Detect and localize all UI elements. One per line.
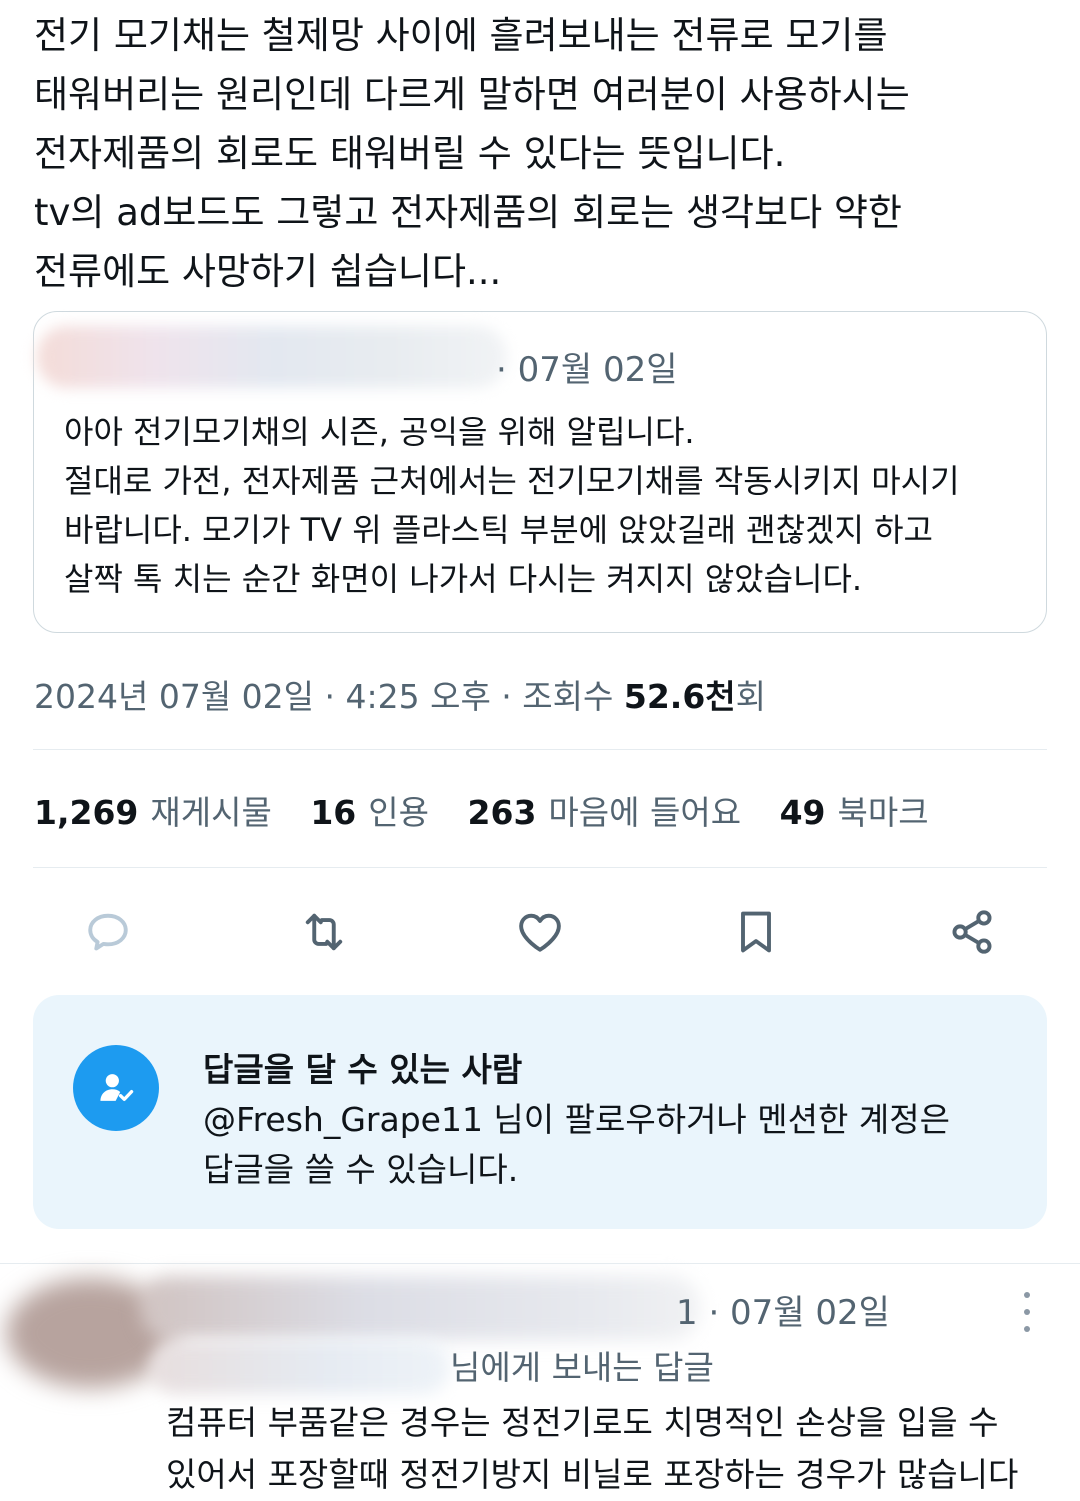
reply-permissions-description: @Fresh_Grape11 님이 팔로우하거나 멘션한 계정은 답글을 쓸 수… bbox=[203, 1095, 1023, 1195]
quoted-tweet-date: · 07월 02일 bbox=[496, 350, 678, 390]
quoted-tweet-line: 바랍니다. 모기가 TV 위 플라스틱 부분에 앉았길래 괜찮겠지 하고 bbox=[64, 511, 933, 549]
quotes-label: 인용 bbox=[368, 793, 430, 832]
tweet-text-line: 전자제품의 회로도 태워버릴 수 있다는 뜻입니다. bbox=[34, 132, 786, 175]
quoted-author-redacted bbox=[37, 326, 507, 388]
bookmarks-stat[interactable]: 49 북마크 bbox=[780, 793, 929, 832]
quoted-tweet-line: 아아 전기모기채의 시즌, 공익을 위해 알립니다. bbox=[64, 413, 695, 451]
tweet-text: 전기 모기채는 철제망 사이에 흘려보내는 전류로 모기를 태워버리는 원리인데… bbox=[34, 6, 1044, 301]
replying-to-handle-redacted bbox=[150, 1340, 450, 1394]
repost-button[interactable] bbox=[294, 902, 354, 962]
reply-text-line: 컴퓨터 부품같은 경우는 정전기로도 치명적인 손상을 입을 수 bbox=[166, 1403, 999, 1442]
quoted-tweet-line: 절대로 가전, 전자제품 근처에서는 전기모기채를 작동시키지 마시기 bbox=[64, 462, 960, 500]
quoted-tweet[interactable]: · 07월 02일 아아 전기모기채의 시즌, 공익을 위해 알립니다. 절대로… bbox=[33, 311, 1047, 633]
divider bbox=[33, 867, 1047, 868]
bookmark-button[interactable] bbox=[726, 902, 786, 962]
quoted-tweet-line: 살짝 톡 치는 순간 화면이 나가서 다시는 켜지지 않았습니다. bbox=[64, 560, 863, 598]
tweet-text-line: 전기 모기채는 철제망 사이에 흘려보내는 전류로 모기를 bbox=[34, 14, 888, 57]
likes-label: 마음에 들어요 bbox=[548, 793, 742, 832]
reply-permissions-line: 답글을 쓸 수 있습니다. bbox=[203, 1150, 519, 1189]
reply-permissions-line: @Fresh_Grape11 님이 팔로우하거나 멘션한 계정은 bbox=[203, 1100, 950, 1139]
reply-permissions-title: 답글을 달 수 있는 사람 bbox=[203, 1050, 523, 1089]
reply-button[interactable] bbox=[78, 902, 138, 962]
divider bbox=[33, 749, 1047, 750]
bookmark-icon bbox=[741, 911, 771, 953]
tweet-datetime: 2024년 07월 02일 · 4:25 오후 · 조회수 bbox=[34, 677, 624, 716]
reply-text: 컴퓨터 부품같은 경우는 정전기로도 치명적인 손상을 입을 수 있어서 포장할… bbox=[166, 1397, 1066, 1501]
tweet-text-line: tv의 ad보드도 그렇고 전자제품의 회로는 생각보다 약한 bbox=[34, 191, 902, 234]
reply-text-line: 있어서 포장할때 정전기방지 비닐로 포장하는 경우가 많습니다 bbox=[166, 1455, 1019, 1494]
divider bbox=[0, 1263, 1080, 1264]
quoted-tweet-text: 아아 전기모기채의 시즌, 공익을 위해 알립니다. 절대로 가전, 전자제품 … bbox=[64, 408, 1044, 604]
share-icon bbox=[952, 910, 992, 954]
reply-icon bbox=[88, 913, 128, 951]
likes-count: 263 bbox=[467, 793, 537, 832]
reposts-count: 1,269 bbox=[34, 793, 139, 832]
tweet-text-line: 전류에도 사망하기 쉽습니다... bbox=[34, 250, 502, 293]
replying-to-label: 님에게 보내는 답글 bbox=[450, 1348, 714, 1387]
likes-stat[interactable]: 263 마음에 들어요 bbox=[468, 793, 742, 832]
reply-author-redacted bbox=[140, 1276, 700, 1340]
quotes-count: 16 bbox=[310, 793, 357, 832]
like-button[interactable] bbox=[510, 902, 570, 962]
tweet-text-line: 태워버리는 원리인데 다르게 말하면 여러분이 사용하시는 bbox=[34, 73, 910, 116]
like-icon bbox=[519, 913, 561, 952]
more-options-icon[interactable] bbox=[1014, 1292, 1040, 1332]
reposts-stat[interactable]: 1,269 재게시물 bbox=[34, 793, 272, 832]
share-button[interactable] bbox=[942, 902, 1002, 962]
reposts-label: 재게시물 bbox=[150, 793, 272, 832]
engagement-stats: 1,269 재게시물 16 인용 263 마음에 들어요 49 북마크 bbox=[34, 786, 957, 834]
reply-date: 1 · 07월 02일 bbox=[676, 1293, 890, 1333]
person-check-icon bbox=[73, 1045, 159, 1131]
quotes-stat[interactable]: 16 인용 bbox=[310, 793, 429, 832]
tweet-meta: 2024년 07월 02일 · 4:25 오후 · 조회수 52.6천회 bbox=[34, 670, 766, 718]
repost-icon bbox=[305, 913, 343, 951]
bookmarks-count: 49 bbox=[779, 793, 826, 832]
bookmarks-label: 북마크 bbox=[837, 793, 929, 832]
views-unit: 회 bbox=[735, 677, 767, 716]
reply-permissions-box: 답글을 달 수 있는 사람 @Fresh_Grape11 님이 팔로우하거나 멘… bbox=[33, 995, 1047, 1229]
views-count: 52.6천 bbox=[623, 677, 736, 716]
